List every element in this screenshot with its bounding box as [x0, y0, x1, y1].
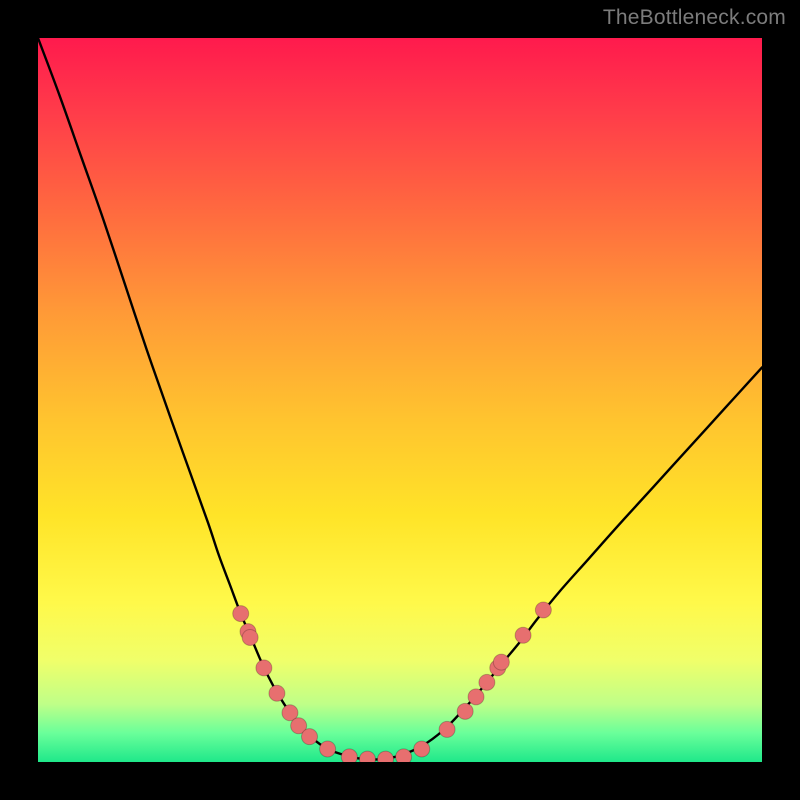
curve-marker [378, 751, 394, 762]
curve-marker [359, 751, 375, 762]
curve-marker [439, 721, 455, 737]
curve-marker [233, 606, 249, 622]
chart-outer-frame: TheBottleneck.com [0, 0, 800, 800]
curve-marker [320, 741, 336, 757]
curve-marker [515, 627, 531, 643]
curve-marker [242, 629, 258, 645]
curve-marker [479, 674, 495, 690]
curve-marker [269, 685, 285, 701]
watermark-label: TheBottleneck.com [603, 6, 786, 30]
curve-marker [493, 654, 509, 670]
curve-markers-group [233, 602, 552, 762]
chart-plot-area [38, 38, 762, 762]
curve-marker [535, 602, 551, 618]
bottleneck-curve-line [38, 38, 762, 760]
curve-marker [396, 749, 412, 762]
curve-marker [256, 660, 272, 676]
curve-marker [468, 689, 484, 705]
chart-svg [38, 38, 762, 762]
curve-marker [341, 749, 357, 762]
curve-marker [457, 703, 473, 719]
curve-marker [302, 729, 318, 745]
curve-marker [414, 741, 430, 757]
